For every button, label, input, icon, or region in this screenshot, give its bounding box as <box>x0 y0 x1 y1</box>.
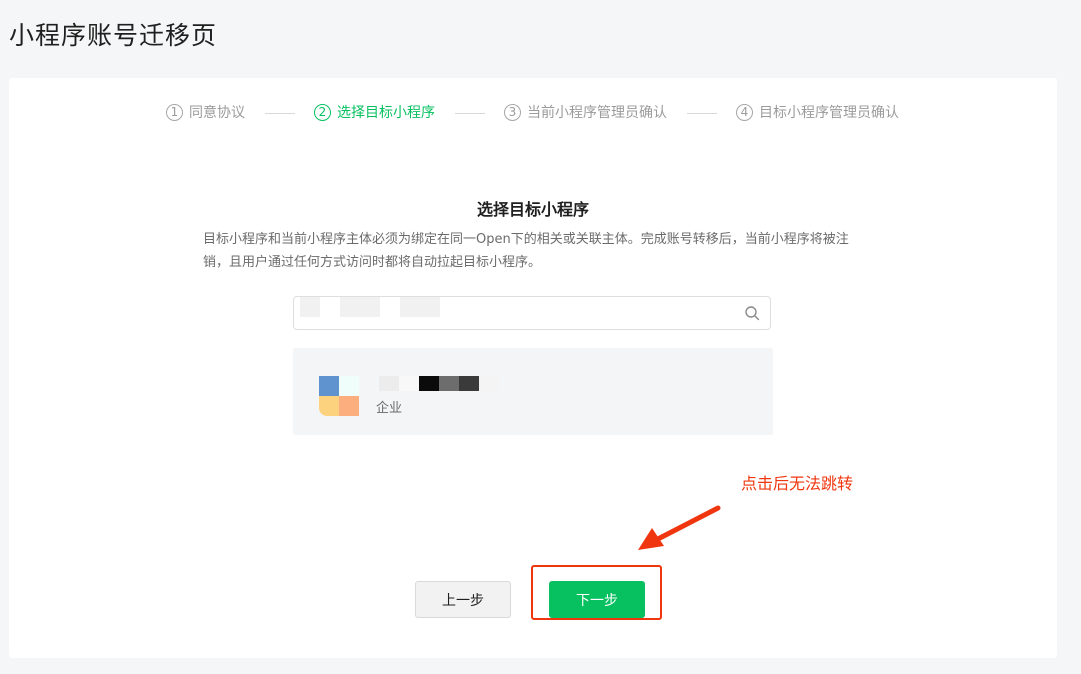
section-title: 选择目标小程序 <box>476 200 589 219</box>
annotation-arrow-icon <box>638 505 721 550</box>
redacted-text <box>340 297 380 317</box>
prev-step-button[interactable]: 上一步 <box>415 581 511 618</box>
redacted-name <box>379 376 503 391</box>
page-title: 小程序账号迁移页 <box>9 21 218 50</box>
step-label: 同意协议 <box>189 105 245 121</box>
step-1: 1 同意协议 <box>166 102 245 122</box>
step-divider <box>265 113 295 114</box>
step-number: 2 <box>314 103 331 121</box>
step-divider <box>455 113 485 114</box>
step-label: 目标小程序管理员确认 <box>759 105 899 121</box>
avatar-tile <box>339 376 359 396</box>
step-3: 3 当前小程序管理员确认 <box>504 102 667 122</box>
redacted-text <box>300 297 320 317</box>
step-number: 3 <box>504 103 521 121</box>
annotation-text: 点击后无法跳转 <box>741 474 854 493</box>
avatar-tile <box>319 396 339 416</box>
step-4: 4 目标小程序管理员确认 <box>736 102 899 122</box>
step-number: 1 <box>166 103 183 121</box>
step-label: 当前小程序管理员确认 <box>527 105 667 121</box>
redacted-text <box>400 297 440 317</box>
step-number: 4 <box>736 103 753 121</box>
org-type: 企业 <box>376 401 403 416</box>
avatar <box>319 376 359 416</box>
stepper: 1 同意协议 2 选择目标小程序 3 当前小程序管理员确认 4 目标小程序管理员… <box>9 102 1057 124</box>
description: 目标小程序和当前小程序主体必须为绑定在同一Open下的相关或关联主体。完成账号转… <box>203 232 849 270</box>
avatar-tile <box>319 376 339 396</box>
next-step-button[interactable]: 下一步 <box>549 581 645 618</box>
avatar-tile <box>339 396 359 416</box>
search-icon[interactable] <box>744 305 760 321</box>
migration-card: 1 同意协议 2 选择目标小程序 3 当前小程序管理员确认 4 目标小程序管理员… <box>9 78 1057 658</box>
step-divider <box>687 113 717 114</box>
search-input[interactable] <box>293 296 771 330</box>
step-2: 2 选择目标小程序 <box>314 102 435 122</box>
result-item[interactable]: 企业 <box>293 348 773 435</box>
step-label: 选择目标小程序 <box>337 105 435 121</box>
